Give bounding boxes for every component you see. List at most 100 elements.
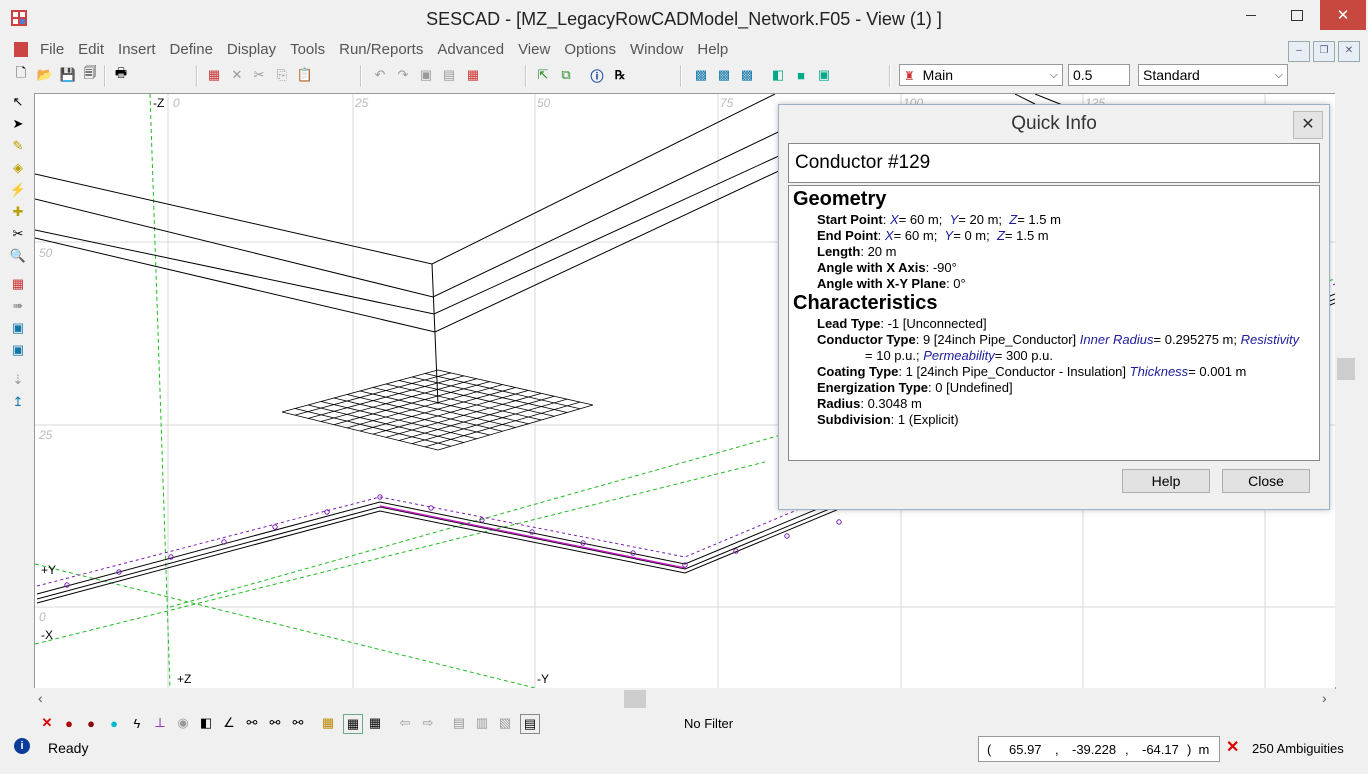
record-icon[interactable]: ● bbox=[60, 714, 78, 732]
mdi-close-button[interactable]: ✕ bbox=[1338, 41, 1360, 62]
angle-icon[interactable]: ∠ bbox=[220, 714, 238, 732]
help-button[interactable]: Help bbox=[1122, 469, 1210, 493]
lightning-small-icon[interactable]: ϟ bbox=[128, 714, 146, 732]
info-icon[interactable]: ⓘ bbox=[588, 66, 606, 84]
bb-tool3-icon[interactable]: ▧ bbox=[496, 714, 514, 732]
zoom-icon[interactable]: 🔍 bbox=[10, 248, 26, 264]
scissors-tool-icon[interactable]: ✂ bbox=[10, 226, 26, 242]
menu-define[interactable]: Define bbox=[163, 39, 220, 61]
layer-select[interactable]: ♜ Main ⌵ bbox=[899, 64, 1063, 86]
end-point-row: End Point: X= 60 m; Y= 0 m; Z= 1.5 m bbox=[817, 228, 1049, 243]
menu-tools[interactable]: Tools bbox=[283, 39, 332, 61]
grid-2-icon[interactable]: ▦ bbox=[343, 714, 363, 734]
binoculars-prev-icon[interactable]: ⚯ bbox=[289, 714, 307, 732]
move-icon[interactable]: ⇱ bbox=[534, 66, 552, 84]
characteristics-heading: Characteristics bbox=[793, 292, 938, 314]
menu-view[interactable]: View bbox=[511, 39, 557, 61]
redo-icon[interactable]: ↷ bbox=[394, 66, 412, 84]
binoculars-next-icon[interactable]: ⚯ bbox=[266, 714, 284, 732]
copy-icon[interactable]: ⎘ bbox=[273, 66, 291, 84]
dialog-close-button[interactable]: ✕ bbox=[1293, 111, 1323, 139]
close-dialog-button[interactable]: Close bbox=[1222, 469, 1310, 493]
layers-icon[interactable]: ◧ bbox=[197, 714, 215, 732]
menu-run-reports[interactable]: Run/Reports bbox=[332, 39, 430, 61]
coord-open: ( bbox=[987, 742, 992, 757]
menu-window[interactable]: Window bbox=[623, 39, 690, 61]
zoom-window-icon[interactable]: ▣ bbox=[10, 320, 26, 336]
menu-advanced[interactable]: Advanced bbox=[430, 39, 511, 61]
3d-view-icon[interactable]: ◧ bbox=[769, 66, 787, 84]
wire-view-icon[interactable]: ▣ bbox=[815, 66, 833, 84]
scroll-right-icon[interactable]: › bbox=[1322, 690, 1327, 706]
close-button[interactable]: ✕ bbox=[1320, 0, 1366, 30]
forward-arrow-icon[interactable]: ⇨ bbox=[419, 714, 437, 732]
menu-options[interactable]: Options bbox=[557, 39, 623, 61]
lightning-icon[interactable]: ⚡ bbox=[10, 182, 26, 198]
grid-3-icon[interactable]: ▦ bbox=[366, 714, 384, 732]
save-all-icon[interactable]: 🗐 bbox=[81, 65, 99, 84]
ungroup-icon[interactable]: ▤ bbox=[440, 66, 458, 84]
up-arrow-icon[interactable]: ↥ bbox=[10, 394, 26, 410]
palette-icon[interactable]: ▦ bbox=[10, 276, 26, 292]
rx-icon[interactable]: ℞ bbox=[611, 66, 629, 84]
maximize-icon bbox=[1291, 9, 1303, 21]
mdi-restore-icon: ❐ bbox=[1319, 45, 1329, 56]
down-arrow-icon[interactable]: ⇣ bbox=[10, 372, 26, 388]
vertical-scrollbar[interactable] bbox=[1335, 93, 1357, 687]
print-icon[interactable]: 🖶 bbox=[112, 65, 130, 84]
fill-icon[interactable]: ◈ bbox=[10, 160, 26, 176]
mdi-doc-icon[interactable] bbox=[14, 42, 28, 57]
paste-icon[interactable]: 📋 bbox=[296, 66, 314, 84]
new-icon[interactable]: 🗋 bbox=[12, 65, 30, 84]
bb-tool4-icon[interactable]: ▤ bbox=[520, 714, 540, 734]
menu-file[interactable]: File bbox=[33, 39, 71, 61]
minimize-button[interactable] bbox=[1228, 0, 1274, 30]
cross-tool-icon[interactable]: ✚ bbox=[10, 204, 26, 220]
view-xz-icon[interactable]: ▩ bbox=[715, 66, 733, 84]
undo-icon[interactable]: ↶ bbox=[371, 66, 389, 84]
style-select[interactable]: Standard ⌵ bbox=[1138, 64, 1288, 86]
grey-circle-icon[interactable]: ◉ bbox=[174, 714, 192, 732]
vertical-scroll-thumb[interactable] bbox=[1337, 358, 1355, 380]
menu-edit[interactable]: Edit bbox=[71, 39, 111, 61]
conductor-type-row-2: = 10 p.u.; Permeability= 300 p.u. bbox=[865, 348, 1053, 363]
group-icon[interactable]: ▣ bbox=[417, 66, 435, 84]
delete-icon[interactable]: ✕ bbox=[228, 66, 246, 84]
ground-icon[interactable]: ⊥ bbox=[151, 714, 169, 732]
mdi-restore-button[interactable]: ❐ bbox=[1313, 41, 1335, 62]
zoom-extents-icon[interactable]: ▣ bbox=[10, 342, 26, 358]
bb-tool1-icon[interactable]: ▤ bbox=[450, 714, 468, 732]
view-xy-icon[interactable]: ▩ bbox=[692, 66, 710, 84]
stop-icon[interactable]: ● bbox=[82, 714, 100, 732]
back-arrow-icon[interactable]: ⇦ bbox=[396, 714, 414, 732]
coating-type-row: Coating Type: 1 [24inch Pipe_Conductor -… bbox=[817, 364, 1247, 379]
solid-view-icon[interactable]: ■ bbox=[792, 66, 810, 84]
scroll-left-icon[interactable]: ‹ bbox=[38, 690, 43, 706]
delete-red-icon[interactable]: ✕ bbox=[38, 714, 56, 732]
select-arrow-icon[interactable]: ➤ bbox=[10, 116, 26, 132]
view-yz-icon[interactable]: ▩ bbox=[738, 66, 756, 84]
maximize-button[interactable] bbox=[1274, 0, 1320, 30]
open-icon[interactable]: 📂 bbox=[36, 66, 54, 84]
menu-insert[interactable]: Insert bbox=[111, 39, 163, 61]
copy-move-icon[interactable]: ⧉ bbox=[557, 66, 575, 84]
pointer-icon[interactable]: ↖ bbox=[10, 94, 26, 110]
horizontal-scroll-thumb[interactable] bbox=[624, 690, 646, 708]
bb-tool2-icon[interactable]: ▥ bbox=[473, 714, 491, 732]
object-header: Conductor #129 bbox=[788, 143, 1320, 183]
pencil-icon[interactable]: ✎ bbox=[10, 138, 26, 154]
pan-icon[interactable]: ➠ bbox=[10, 298, 26, 314]
menu-help[interactable]: Help bbox=[690, 39, 735, 61]
select-color-icon[interactable]: ▦ bbox=[205, 66, 223, 84]
width-input[interactable]: 0.5 bbox=[1068, 64, 1130, 86]
grid-1-icon[interactable]: ▦ bbox=[319, 714, 337, 732]
binoculars-icon[interactable]: ⚯ bbox=[243, 714, 261, 732]
cut-icon[interactable]: ✂ bbox=[250, 66, 268, 84]
save-icon[interactable]: 💾 bbox=[59, 66, 77, 84]
menu-display[interactable]: Display bbox=[220, 39, 283, 61]
conductor-node bbox=[324, 509, 330, 515]
mdi-minimize-button[interactable]: ‒ bbox=[1288, 41, 1310, 62]
horizontal-scrollbar[interactable]: ‹ › bbox=[34, 688, 1335, 710]
selection-box-icon[interactable]: ▦ bbox=[464, 66, 482, 84]
cyan-circle-icon[interactable]: ● bbox=[105, 714, 123, 732]
